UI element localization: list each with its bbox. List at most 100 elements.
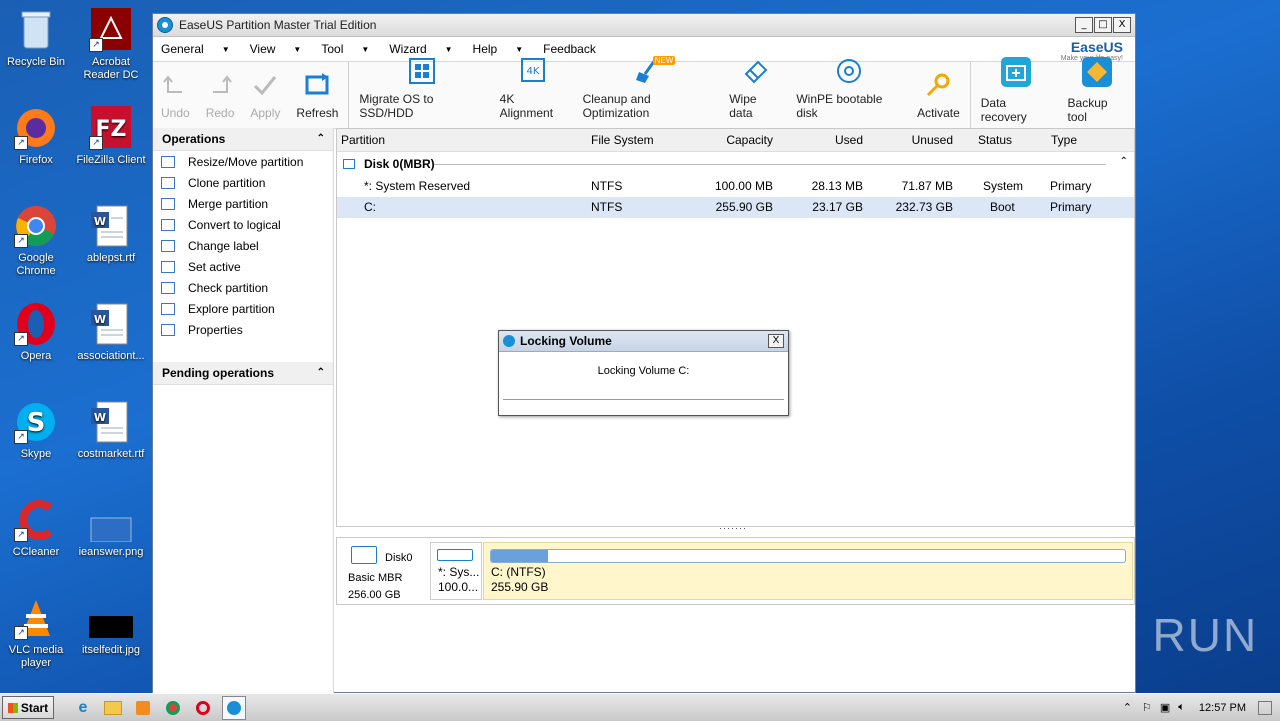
shortcut-arrow-icon: ↗ bbox=[89, 136, 103, 150]
desktop-icon-recycle-bin[interactable]: Recycle Bin bbox=[0, 8, 74, 69]
pending-header[interactable]: Pending operations ⌃ bbox=[153, 362, 333, 385]
collapse-icon[interactable]: ⌃ bbox=[1120, 156, 1128, 167]
op-label: Check partition bbox=[188, 280, 269, 295]
disk-size: 256.00 GB bbox=[348, 589, 401, 601]
operations-header[interactable]: Operations ⌃ bbox=[153, 128, 333, 151]
dropdown-arrow-icon: ▼ bbox=[361, 44, 370, 54]
volume-icon[interactable]: 🔈︎ bbox=[1178, 701, 1185, 714]
desktop-icon-associationt[interactable]: W associationt... bbox=[73, 302, 149, 363]
disk-group-row[interactable]: Disk 0(MBR) ⌃ bbox=[337, 152, 1134, 176]
migrate-os-label: Migrate OS to SSD/HDD bbox=[359, 92, 434, 120]
taskbar-media-player[interactable] bbox=[132, 697, 154, 719]
col-status[interactable]: Status bbox=[978, 129, 1012, 151]
menu-view[interactable]: View ▼ bbox=[250, 42, 302, 56]
desktop-icon-skype[interactable]: S ↗ Skype bbox=[0, 400, 74, 461]
wipe-data-button[interactable]: Wipe data bbox=[729, 58, 780, 120]
col-capacity[interactable]: Capacity bbox=[693, 129, 773, 151]
desktop-icon-chrome[interactable]: ↗ Google Chrome bbox=[0, 204, 74, 278]
taskbar-easeus[interactable] bbox=[222, 695, 246, 720]
image-file-icon bbox=[89, 498, 133, 543]
taskbar-ie[interactable]: e bbox=[72, 697, 94, 719]
redo-button[interactable]: Redo bbox=[206, 72, 234, 120]
desktop-icon-opera[interactable]: ↗ Opera bbox=[0, 302, 74, 363]
op-explore[interactable]: Explore partition bbox=[153, 298, 333, 319]
migrate-os-button[interactable]: Migrate OS to SSD/HDD bbox=[359, 58, 483, 120]
taskbar-opera[interactable] bbox=[192, 697, 214, 719]
data-recovery-button[interactable]: Data recovery bbox=[981, 56, 1052, 124]
col-partition[interactable]: Partition bbox=[341, 129, 385, 151]
op-convert-logical[interactable]: Convert to logical bbox=[153, 214, 333, 235]
show-hidden-icons[interactable]: ⌃ bbox=[1123, 701, 1132, 714]
op-check-partition[interactable]: Check partition bbox=[153, 277, 333, 298]
label-icon bbox=[161, 239, 175, 252]
title-bar[interactable]: EaseUS Partition Master Trial Edition _ … bbox=[153, 14, 1135, 37]
maximize-button[interactable]: □ bbox=[1094, 17, 1112, 33]
desktop-icon-acrobat[interactable]: ↗ Acrobat Reader DC bbox=[73, 8, 149, 82]
partition-block-system[interactable]: *: Sys... 100.0... bbox=[430, 542, 482, 600]
shortcut-arrow-icon: ↗ bbox=[14, 430, 28, 444]
app-logo-icon bbox=[503, 335, 515, 347]
splitter-handle[interactable]: ······· bbox=[719, 523, 747, 533]
op-resize-move[interactable]: Resize/Move partition bbox=[153, 151, 333, 172]
desktop-icon-ablepst[interactable]: W ablepst.rtf bbox=[73, 204, 149, 265]
cleanup-button[interactable]: NEW Cleanup and Optimization bbox=[583, 56, 714, 120]
disk-divider bbox=[434, 164, 1106, 165]
network-icon[interactable]: ▣ bbox=[1160, 701, 1170, 714]
desktop-icon-ieanswer[interactable]: ieanswer.png bbox=[73, 498, 149, 559]
undo-button[interactable]: Undo bbox=[161, 72, 190, 120]
dialog-close-button[interactable]: X bbox=[768, 334, 784, 348]
cell-status: Boot bbox=[990, 200, 1015, 214]
media-player-icon bbox=[136, 700, 150, 715]
close-button[interactable]: X bbox=[1113, 17, 1131, 33]
desktop-icon-vlc[interactable]: ↗ VLC media player bbox=[0, 596, 74, 670]
shortcut-arrow-icon: ↗ bbox=[14, 136, 28, 150]
refresh-button[interactable]: Refresh bbox=[296, 72, 338, 120]
start-label: Start bbox=[20, 700, 49, 715]
collapse-icon[interactable]: ⌃ bbox=[317, 362, 325, 384]
op-properties[interactable]: Properties bbox=[153, 319, 333, 340]
op-set-active[interactable]: Set active bbox=[153, 256, 333, 277]
dialog-title-bar[interactable]: Locking Volume X bbox=[499, 331, 788, 352]
disk-info[interactable]: Disk0 Basic MBR 256.00 GB bbox=[345, 544, 427, 601]
4k-alignment-button[interactable]: 4K 4K Alignment bbox=[500, 58, 567, 120]
clock[interactable]: 12:57 PM bbox=[1199, 702, 1246, 714]
winpe-button[interactable]: WinPE bootable disk bbox=[796, 58, 901, 120]
activate-button[interactable]: Activate bbox=[917, 72, 960, 120]
desktop-icon-filezilla[interactable]: FZ ↗ FileZilla Client bbox=[73, 106, 149, 167]
collapse-icon[interactable]: ⌃ bbox=[317, 128, 325, 150]
start-button[interactable]: Start bbox=[2, 696, 54, 719]
apply-button[interactable]: Apply bbox=[250, 72, 280, 120]
refresh-icon bbox=[304, 72, 330, 98]
backup-tool-button[interactable]: Backup tool bbox=[1068, 56, 1127, 124]
desktop-icon-itselfedit[interactable]: itselfedit.jpg bbox=[73, 596, 149, 657]
operations-title: Operations bbox=[162, 132, 226, 146]
minimize-button[interactable]: _ bbox=[1075, 17, 1093, 33]
op-clone[interactable]: Clone partition bbox=[153, 172, 333, 193]
taskbar-explorer[interactable] bbox=[102, 697, 124, 719]
op-label: Clone partition bbox=[188, 175, 266, 190]
menu-help[interactable]: Help ▼ bbox=[473, 42, 524, 56]
desktop-icon-costmarket[interactable]: W costmarket.rtf bbox=[73, 400, 149, 461]
partition-label: *: Sys... bbox=[438, 565, 480, 579]
undo-label: Undo bbox=[161, 106, 190, 120]
menu-general[interactable]: General ▼ bbox=[161, 42, 230, 56]
taskbar-chrome[interactable] bbox=[162, 697, 184, 719]
op-merge[interactable]: Merge partition bbox=[153, 193, 333, 214]
col-unused[interactable]: Unused bbox=[873, 129, 953, 151]
dialog-title: Locking Volume bbox=[520, 334, 612, 348]
menu-tool[interactable]: Tool ▼ bbox=[321, 42, 369, 56]
partition-block-c[interactable]: C: (NTFS) 255.90 GB bbox=[483, 542, 1133, 600]
col-used[interactable]: Used bbox=[783, 129, 863, 151]
menu-wizard[interactable]: Wizard ▼ bbox=[389, 42, 452, 56]
table-row[interactable]: *: System Reserved NTFS 100.00 MB 28.13 … bbox=[337, 176, 1134, 197]
show-desktop-button[interactable] bbox=[1258, 700, 1272, 715]
table-row-selected[interactable]: C: NTFS 255.90 GB 23.17 GB 232.73 GB Boo… bbox=[337, 197, 1134, 218]
col-filesystem[interactable]: File System bbox=[591, 129, 654, 151]
desktop-icon-ccleaner[interactable]: ↗ CCleaner bbox=[0, 498, 74, 559]
windows-logo-icon bbox=[7, 702, 18, 713]
desktop-icon-firefox[interactable]: ↗ Firefox bbox=[0, 106, 74, 167]
op-change-label[interactable]: Change label bbox=[153, 235, 333, 256]
menu-feedback[interactable]: Feedback bbox=[543, 42, 596, 56]
flag-icon[interactable]: ⚐ bbox=[1142, 701, 1152, 714]
col-type[interactable]: Type bbox=[1051, 129, 1077, 151]
